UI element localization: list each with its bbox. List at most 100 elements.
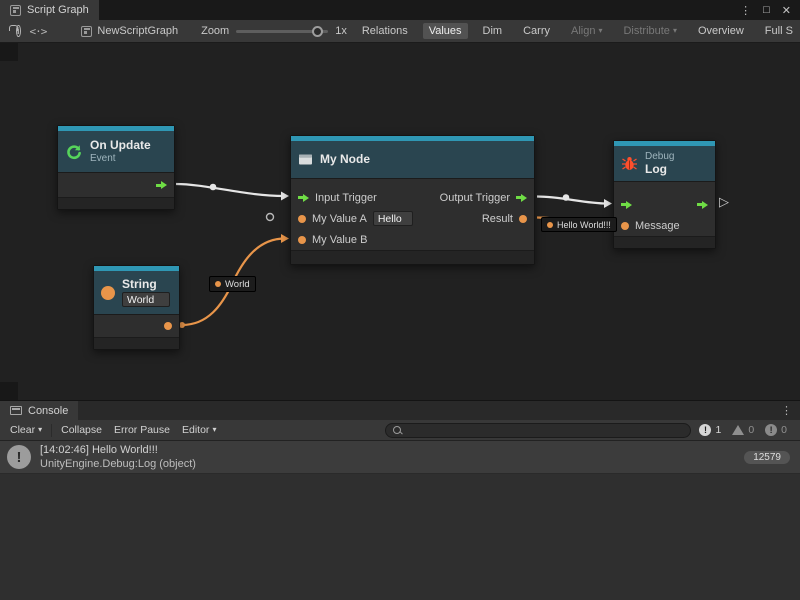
log-stacktrace: UnityEngine.Debug:Log (object) (40, 457, 735, 471)
console-panel: Console ⋮ Clear ▾ Collapse Error Pause E… (0, 400, 800, 600)
my-node[interactable]: My Node Input Trigger Output Trigger (290, 135, 535, 265)
tab-label: Console (28, 405, 68, 417)
result-port[interactable] (519, 215, 527, 223)
node-body (94, 315, 179, 337)
node-header[interactable]: Debug Log (614, 146, 715, 182)
console-icon (10, 406, 22, 415)
caret-down-icon: ▾ (212, 426, 216, 434)
warning-filter-button[interactable]: 0 (732, 424, 754, 436)
wire-label-text: Hello World!!! (557, 220, 611, 230)
toolbar-divider (51, 424, 52, 437)
port-label: Output Trigger (440, 192, 510, 204)
node-body (58, 173, 174, 197)
message-port[interactable] (621, 222, 629, 230)
wire-onupdate-to-mynode[interactable] (176, 184, 284, 196)
dim-button[interactable]: Dim (477, 23, 509, 39)
console-log-entry[interactable]: ! [14:02:46] Hello World!!! UnityEngine.… (0, 441, 800, 474)
string-output-port[interactable] (164, 322, 172, 330)
search-input[interactable] (407, 425, 683, 436)
info-log-icon: ! (699, 424, 711, 436)
wire-dot-icon (210, 184, 217, 191)
input-trigger-port[interactable] (298, 194, 309, 202)
zoom-label: Zoom (201, 25, 229, 37)
value-a-port[interactable] (298, 215, 306, 223)
console-search-box[interactable] (385, 423, 691, 438)
edit-graph-icon[interactable]: <·> (30, 25, 47, 38)
align-button[interactable]: Align ▾ (565, 23, 608, 39)
search-icon (393, 426, 402, 435)
graph-asset-icon (81, 26, 92, 37)
clear-button[interactable]: Clear ▾ (4, 422, 48, 438)
node-title-group: Debug Log (645, 151, 674, 176)
zoom-slider-knob[interactable] (312, 26, 323, 37)
port-row (58, 173, 174, 197)
zoom-control: Zoom 1x (201, 25, 347, 37)
port-row (614, 194, 715, 215)
blackboard-toggle[interactable] (0, 43, 18, 61)
console-toolbar: Clear ▾ Collapse Error Pause Editor ▾ ! … (0, 420, 800, 441)
info-filter-button[interactable]: ! 1 (699, 424, 721, 436)
value-b-port[interactable] (298, 236, 306, 244)
error-filter-button[interactable]: ! 0 (765, 424, 787, 436)
node-header[interactable]: My Node (291, 141, 534, 179)
debug-log-node[interactable]: Debug Log Message (613, 140, 716, 249)
wire-arrowhead-icon (604, 199, 612, 208)
trigger-output-port[interactable] (156, 181, 167, 189)
graph-toolbar: i <·> NewScriptGraph Zoom 1x Relations V… (0, 20, 800, 43)
node-title: Log (645, 163, 674, 176)
minimap-toggle[interactable] (0, 382, 18, 400)
info-log-icon: ! (7, 445, 31, 469)
carry-button[interactable]: Carry (517, 23, 556, 39)
debug-output-trigger-port[interactable] (697, 201, 708, 209)
relations-button[interactable]: Relations (356, 23, 414, 39)
debug-input-trigger-port[interactable] (621, 201, 632, 209)
collapse-button[interactable]: Collapse (55, 422, 108, 438)
breakpoint-triangle-icon: ▷ (719, 195, 729, 208)
port-label: Result (482, 213, 513, 225)
port-row: Input Trigger Output Trigger (291, 187, 534, 208)
align-label: Align (571, 25, 595, 37)
result-group: Result (482, 213, 527, 225)
full-screen-button[interactable]: Full S (759, 23, 799, 39)
window-controls: ⋮ □ ✕ (731, 0, 800, 20)
values-button[interactable]: Values (423, 23, 468, 39)
tab-script-graph[interactable]: Script Graph (0, 0, 99, 20)
overview-button[interactable]: Overview (692, 23, 750, 39)
output-trigger-group: Output Trigger (440, 192, 527, 204)
console-menu-icon[interactable]: ⋮ (773, 401, 800, 420)
console-empty-area (0, 474, 800, 600)
output-trigger-port[interactable] (516, 194, 527, 202)
port-label: My Value B (312, 234, 367, 246)
node-body: Input Trigger Output Trigger My Value A … (291, 179, 534, 250)
port-row (94, 315, 179, 337)
unconnected-port-icon[interactable] (267, 214, 274, 221)
error-count: 0 (781, 424, 787, 436)
string-literal-node[interactable]: String (93, 265, 180, 350)
wire-arrowhead-icon (281, 192, 289, 201)
distribute-button[interactable]: Distribute ▾ (617, 23, 682, 39)
wire-mynode-to-debug[interactable] (537, 197, 607, 204)
caret-down-icon: ▾ (38, 426, 42, 434)
value-dot-icon (547, 222, 553, 228)
string-value-field[interactable] (122, 292, 170, 307)
node-header[interactable]: String (94, 271, 179, 315)
wire-dot-icon (563, 194, 570, 201)
editor-button[interactable]: Editor ▾ (176, 422, 222, 438)
node-title-group: String (122, 278, 170, 307)
tab-console[interactable]: Console (0, 401, 78, 420)
warning-icon (732, 425, 744, 435)
value-a-field[interactable] (373, 211, 413, 226)
error-pause-button[interactable]: Error Pause (108, 422, 176, 438)
window-menu-icon[interactable]: ⋮ (740, 4, 751, 17)
maximize-icon[interactable]: □ (763, 4, 770, 16)
graph-canvas[interactable]: On Update Event My Node (0, 43, 800, 400)
on-update-event-node[interactable]: On Update Event (57, 125, 175, 210)
node-title: On Update (90, 139, 151, 152)
wire-value-label-world: World (209, 276, 256, 292)
caret-down-icon: ▾ (673, 27, 677, 35)
node-header[interactable]: On Update Event (58, 131, 174, 173)
log-message: [14:02:46] Hello World!!! (40, 443, 735, 457)
message-group: Message (621, 220, 680, 232)
zoom-slider[interactable] (236, 30, 328, 33)
close-icon[interactable]: ✕ (782, 4, 791, 17)
